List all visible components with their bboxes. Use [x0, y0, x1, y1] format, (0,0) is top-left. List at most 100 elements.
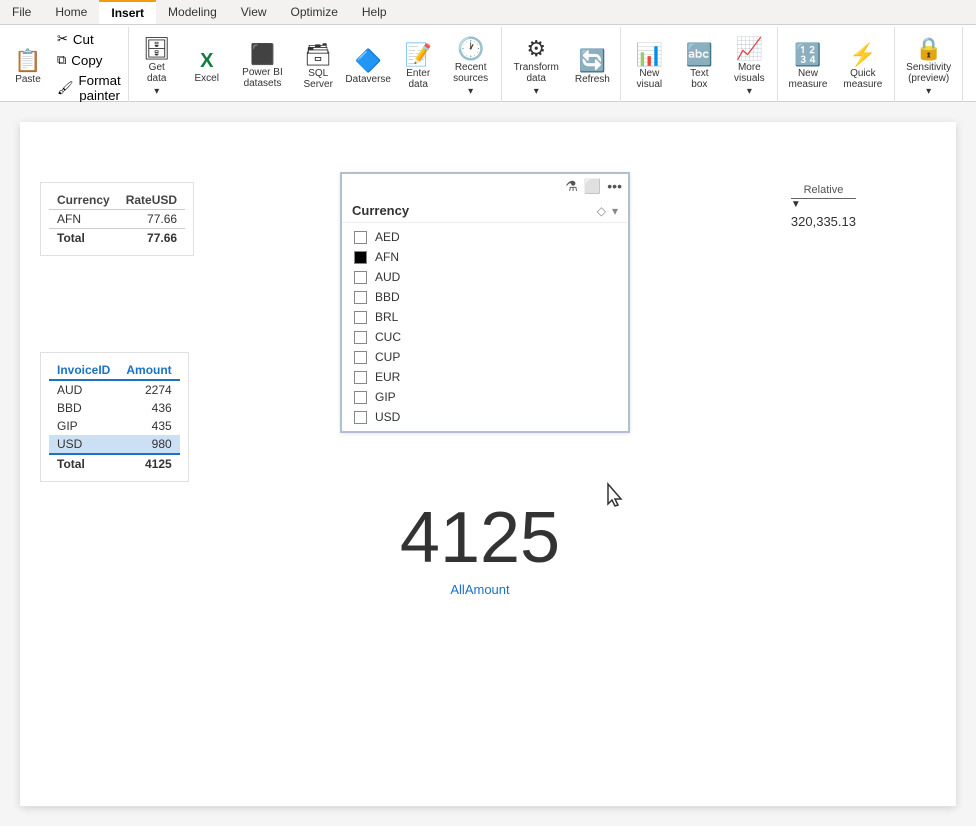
invoice-amount-cell: 2274	[118, 380, 179, 399]
slicer-checkbox	[354, 291, 367, 304]
get-data-button[interactable]: 🗄 Get data ▾	[133, 34, 181, 101]
transform-icon: ⚙	[526, 38, 546, 60]
quick-measure-button[interactable]: ⚡ Quick measure	[836, 37, 891, 97]
power-bi-icon: ⬛	[250, 45, 275, 65]
new-visual-button[interactable]: 📊 New visual	[625, 37, 673, 97]
new-measure-button[interactable]: 🔢 New measure	[782, 37, 833, 97]
tab-optimize[interactable]: Optimize	[279, 0, 350, 24]
invoice-row: BBD436	[49, 399, 180, 417]
slicer-chevron-icon[interactable]: ▾	[612, 204, 618, 218]
invoice-total-label: Total	[49, 454, 118, 473]
slicer-checkbox	[354, 271, 367, 284]
amount-header: Amount	[118, 361, 179, 380]
slicer-item-label: AED	[375, 230, 400, 244]
slicer-more-icon[interactable]: •••	[607, 178, 622, 195]
invoice-total-row: Total 4125	[49, 454, 180, 473]
get-data-icon: 🗄	[143, 38, 171, 60]
kpi-card[interactable]: Relative ▼ 320,335.13	[771, 172, 876, 241]
paste-button[interactable]: 📋 Paste	[4, 37, 52, 97]
slicer-erase-icon[interactable]: ◇	[597, 204, 606, 218]
new-measure-icon: 🔢	[794, 44, 821, 66]
tab-modeling[interactable]: Modeling	[156, 0, 229, 24]
invoice-row: AUD2274	[49, 380, 180, 399]
power-bi-button[interactable]: ⬛ Power BI datasets	[233, 37, 292, 97]
slicer-item[interactable]: AED	[350, 227, 620, 247]
slicer-item[interactable]: BBD	[350, 287, 620, 307]
copy-icon: ⧉	[57, 52, 66, 68]
invoice-id-cell: AUD	[49, 380, 118, 399]
slicer-item[interactable]: EUR	[350, 367, 620, 387]
sensitivity-button[interactable]: 🔒 Sensitivity (preview) ▾	[899, 34, 958, 101]
invoice-visual[interactable]: InvoiceID Amount AUD2274BBD436GIP435USD9…	[40, 352, 189, 482]
tab-home[interactable]: Home	[43, 0, 99, 24]
currency-total-label: Total	[49, 229, 118, 248]
quick-measure-icon: ⚡	[849, 44, 876, 66]
copy-button[interactable]: ⧉ Copy	[54, 50, 124, 70]
slicer-checkbox	[354, 391, 367, 404]
dataverse-button[interactable]: 🔷 Dataverse	[344, 37, 392, 97]
slicer-item[interactable]: AUD	[350, 267, 620, 287]
big-number-label: AllAmount	[350, 582, 610, 597]
sql-button[interactable]: 🗃 SQL Server	[294, 37, 342, 97]
slicer-item[interactable]: BRL	[350, 307, 620, 327]
sensitivity-icon: 🔒	[915, 38, 942, 60]
format-painter-icon: 🖌	[57, 80, 74, 96]
tab-file[interactable]: File	[0, 0, 43, 24]
slicer-item[interactable]: GIP	[350, 387, 620, 407]
invoice-amount-cell: 435	[118, 417, 179, 435]
invoice-row: GIP435	[49, 417, 180, 435]
slicer-item[interactable]: AFN	[350, 247, 620, 267]
invoice-table: InvoiceID Amount AUD2274BBD436GIP435USD9…	[49, 361, 180, 473]
invoice-id-cell: USD	[49, 435, 118, 454]
currency-rate-visual[interactable]: Currency RateUSD AFN 77.66 Total 77.66	[40, 182, 194, 256]
currency-col-header: Currency	[49, 191, 118, 210]
paste-icon: 📋	[14, 50, 41, 72]
enter-data-button[interactable]: 📝 Enter data	[394, 37, 442, 97]
ribbon-tabs: File Home Insert Modeling View Optimize …	[0, 0, 976, 25]
slicer-expand-icon[interactable]: ⬜	[584, 178, 601, 195]
tab-view[interactable]: View	[229, 0, 279, 24]
big-number-card[interactable]: 4125 AllAmount	[330, 482, 630, 617]
slicer-item[interactable]: USD	[350, 407, 620, 427]
tab-insert[interactable]: Insert	[99, 0, 156, 24]
canvas-page[interactable]: Currency RateUSD AFN 77.66 Total 77.66	[20, 122, 956, 806]
currency-total-value: 77.66	[118, 229, 185, 248]
invoice-id-header: InvoiceID	[49, 361, 118, 380]
slicer-checkbox	[354, 331, 367, 344]
slicer-checkbox	[354, 311, 367, 324]
rate-cell: 77.66	[118, 210, 185, 229]
slicer-checkbox	[354, 251, 367, 264]
format-painter-button[interactable]: 🖌 Format painter	[54, 71, 124, 105]
new-visual-icon: 📊	[636, 44, 663, 66]
more-visuals-button[interactable]: 📈 More visuals ▾	[725, 34, 773, 101]
more-visuals-icon: 📈	[736, 38, 763, 60]
cut-button[interactable]: ✂ Cut	[54, 29, 124, 49]
big-number-value: 4125	[350, 502, 610, 574]
invoice-amount-cell: 436	[118, 399, 179, 417]
slicer-checkbox	[354, 411, 367, 424]
excel-button[interactable]: X Excel	[183, 37, 231, 97]
kpi-label: Relative	[791, 184, 856, 199]
slicer-filter-icon[interactable]: ⚗	[565, 178, 578, 195]
slicer-header-bar: ⚗ ⬜ •••	[342, 174, 628, 199]
slicer-item[interactable]: CUC	[350, 327, 620, 347]
tab-help[interactable]: Help	[350, 0, 399, 24]
ribbon: File Home Insert Modeling View Optimize …	[0, 0, 976, 102]
slicer-item-label: AFN	[375, 250, 399, 264]
slicer-visual[interactable]: ⚗ ⬜ ••• Currency ◇ ▾ AEDAFNAUDBBDBRLCUCC…	[340, 172, 630, 433]
currency-cell: AFN	[49, 210, 118, 229]
refresh-button[interactable]: 🔄 Refresh	[568, 37, 616, 97]
invoice-id-cell: GIP	[49, 417, 118, 435]
currency-row: AFN 77.66	[49, 210, 185, 229]
recent-sources-icon: 🕐	[457, 38, 484, 60]
invoice-total-value: 4125	[118, 454, 179, 473]
slicer-item[interactable]: CUP	[350, 347, 620, 367]
slicer-body: AED AFN AUDBBDBRLCUCCUPEURGIPUSD	[342, 223, 628, 431]
invoice-row: USD980	[49, 435, 180, 454]
text-box-button[interactable]: 🔤 Text box	[675, 37, 723, 97]
publish-button[interactable]: 📤 Publi...	[967, 37, 976, 97]
slicer-checkbox	[354, 371, 367, 384]
excel-icon: X	[200, 51, 213, 71]
recent-sources-button[interactable]: 🕐 Recent sources ▾	[444, 34, 497, 101]
transform-button[interactable]: ⚙ Transform data ▾	[506, 34, 566, 101]
